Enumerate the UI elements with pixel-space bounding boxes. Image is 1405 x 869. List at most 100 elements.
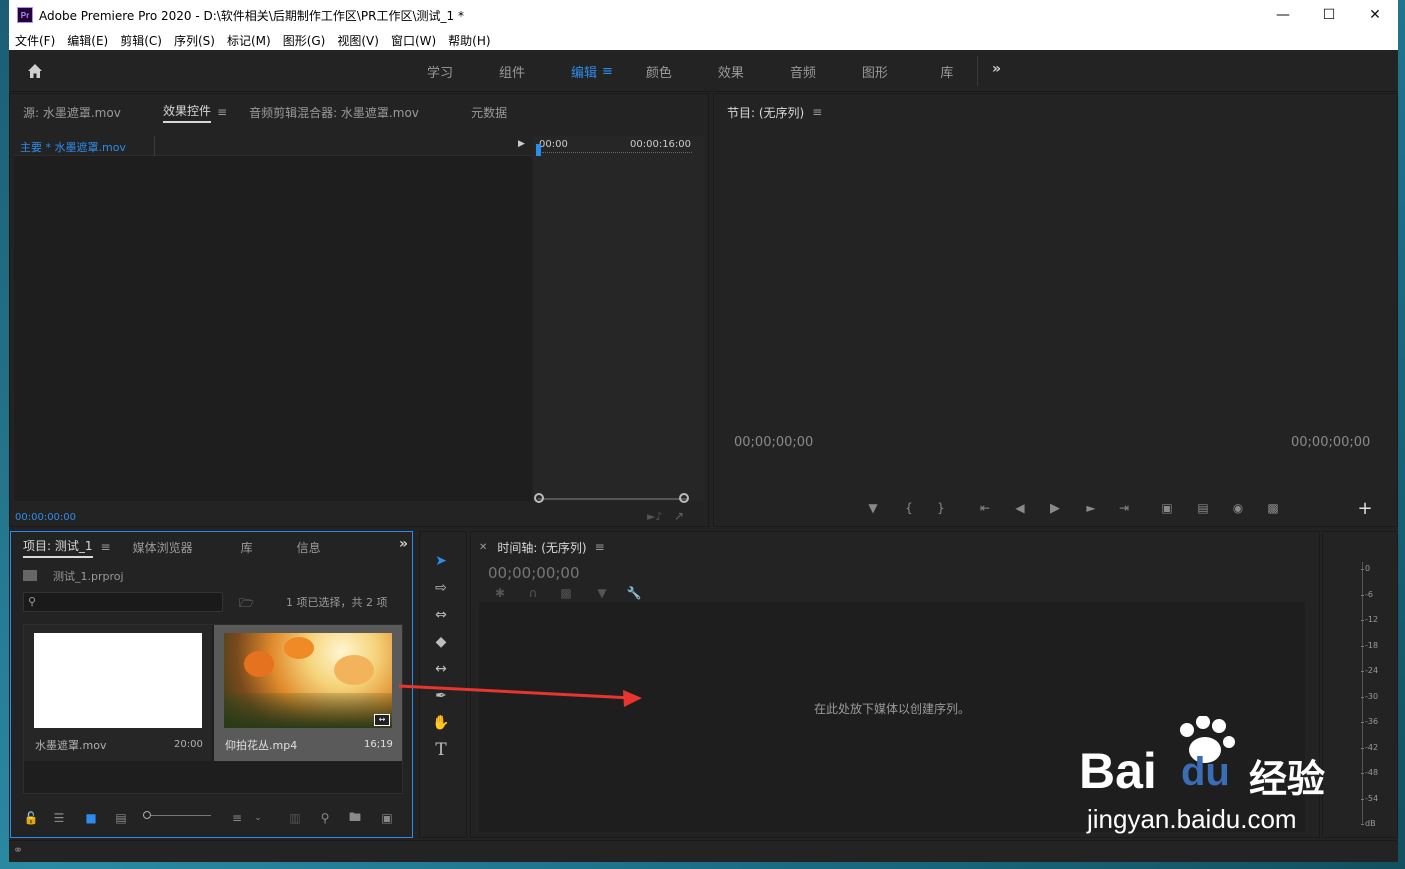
menu-item[interactable]: 图形(G): [283, 32, 326, 49]
sort-icon[interactable]: ≡: [229, 810, 245, 826]
comparison-view-icon[interactable]: ▩: [1264, 499, 1282, 517]
extract-icon[interactable]: ▤: [1194, 499, 1212, 517]
icon-view-icon[interactable]: ■: [83, 810, 99, 826]
menu-item[interactable]: 编辑(E): [67, 32, 108, 49]
menu-item[interactable]: 序列(S): [174, 32, 215, 49]
tab-media-browser[interactable]: 媒体浏览器: [133, 539, 241, 556]
menu-item[interactable]: 帮助(H): [448, 32, 490, 49]
zoom-handle-right[interactable]: [679, 493, 689, 503]
more-tabs-icon[interactable]: »: [399, 536, 408, 552]
more-workspaces-icon[interactable]: »: [992, 61, 1001, 77]
tab-libraries[interactable]: 库: [241, 539, 297, 556]
maximize-button[interactable]: ☐: [1306, 0, 1352, 30]
linked-selection-icon[interactable]: ▩: [559, 586, 573, 600]
razor-tool-icon[interactable]: ◆: [430, 631, 452, 653]
clip-header: 主要 * 水墨遮罩.mov ▶: [14, 136, 532, 156]
search-icon: ⚲: [28, 595, 37, 608]
premiere-app-icon: Pr: [17, 7, 33, 23]
new-bin-from-search-icon[interactable]: 🗁: [239, 594, 254, 615]
add-button-icon[interactable]: +: [1356, 498, 1374, 519]
effect-controls-timecode[interactable]: 00:00:00:00: [15, 512, 76, 523]
program-timecode-left[interactable]: 00;00;00;00: [734, 435, 813, 450]
menu-item[interactable]: 文件(F): [15, 32, 55, 49]
timeline-title[interactable]: 时间轴: (无序列): [497, 539, 586, 556]
mark-in-icon[interactable]: {: [900, 499, 918, 517]
workspace-menu-icon[interactable]: ≡: [602, 64, 613, 79]
clip-label[interactable]: 主要 * 水墨遮罩.mov: [20, 139, 126, 155]
project-item-card[interactable]: 水墨遮罩.mov 20:00: [24, 625, 212, 761]
timeline-timecode[interactable]: 00;00;00;00: [488, 564, 580, 582]
meter-tick: [1361, 747, 1364, 749]
add-marker-icon[interactable]: ▼: [595, 586, 609, 600]
hand-tool-icon[interactable]: ✋: [430, 712, 452, 734]
minimize-button[interactable]: —: [1260, 0, 1306, 30]
freeform-view-icon[interactable]: ▤: [111, 810, 131, 826]
program-monitor-panel: 节目: (无序列) ≡ 00;00;00;00 00;00;00;00 ▼ { …: [713, 93, 1398, 527]
lift-icon[interactable]: ▣: [1158, 499, 1176, 517]
menu-item[interactable]: 剪辑(C): [120, 32, 162, 49]
workspace-tab[interactable]: 库: [911, 62, 983, 81]
tab-metadata[interactable]: 元数据: [471, 104, 507, 121]
wrench-icon[interactable]: 🔧: [627, 586, 642, 600]
selection-tool-icon[interactable]: ➤: [430, 550, 452, 572]
mark-out-icon[interactable]: }: [932, 499, 950, 517]
baidu-watermark: Bai du 经验 jingyan.baidu.com: [1079, 715, 1349, 841]
export-frame-icon[interactable]: ↗: [674, 509, 684, 523]
workspace-tab[interactable]: 音频: [767, 62, 839, 81]
workspace-tab[interactable]: 学习: [404, 62, 476, 81]
menu-item[interactable]: 标记(M): [227, 32, 271, 49]
tab-project[interactable]: 项目: 测试_1: [23, 537, 93, 558]
zoom-bar[interactable]: [538, 498, 688, 500]
playhead[interactable]: [536, 144, 541, 156]
zoom-slider[interactable]: [143, 815, 211, 816]
workspace-tab[interactable]: 效果: [695, 62, 767, 81]
camera-icon[interactable]: ◉: [1229, 499, 1247, 517]
menu-item[interactable]: 视图(V): [337, 32, 379, 49]
type-tool-icon[interactable]: T: [430, 739, 452, 761]
menu-item[interactable]: 窗口(W): [391, 32, 436, 49]
project-items-grid: 水墨遮罩.mov 20:00 ↔ 仰拍花丛.mp4 16;19: [23, 624, 403, 794]
automate-to-sequence-icon[interactable]: ▥: [287, 810, 303, 826]
play-arrow-icon[interactable]: ▶: [518, 139, 525, 149]
go-to-in-icon[interactable]: ⇤: [976, 499, 994, 517]
zoom-slider-handle[interactable]: [143, 811, 151, 819]
creative-cloud-icon[interactable]: ⚭: [13, 843, 23, 857]
panel-menu-icon[interactable]: ≡: [217, 105, 227, 119]
add-marker-icon[interactable]: ▼: [864, 499, 882, 517]
workspace-tab[interactable]: 图形: [839, 62, 911, 81]
search-input[interactable]: ⚲: [23, 592, 223, 612]
nest-icon[interactable]: ✱: [493, 586, 507, 600]
chevron-down-icon[interactable]: ⌄: [253, 810, 263, 826]
tab-audio-clip-mixer[interactable]: 音频剪辑混合器: 水墨遮罩.mov: [249, 104, 471, 121]
workspace-tab[interactable]: 颜色: [623, 62, 695, 81]
panel-menu-icon[interactable]: ≡: [101, 540, 111, 554]
audio-only-icon[interactable]: ►♪: [647, 510, 662, 523]
status-bar: ⚭: [9, 840, 1398, 862]
panel-menu-icon[interactable]: ≡: [812, 105, 822, 119]
find-icon[interactable]: ⚲: [317, 810, 333, 826]
project-item-card-selected[interactable]: ↔ 仰拍花丛.mp4 16;19: [214, 625, 402, 761]
close-tab-icon[interactable]: ✕: [479, 542, 487, 553]
program-monitor-title[interactable]: 节目: (无序列): [727, 104, 804, 121]
lock-icon[interactable]: 🔓: [23, 810, 39, 826]
new-bin-icon[interactable]: 🖿: [347, 810, 363, 826]
track-select-tool-icon[interactable]: ⇨: [430, 577, 452, 599]
step-forward-icon[interactable]: ►: [1082, 499, 1100, 517]
workspace-tab[interactable]: 组件: [476, 62, 548, 81]
step-back-icon[interactable]: ◀: [1011, 499, 1029, 517]
close-button[interactable]: ✕: [1352, 0, 1398, 30]
ripple-edit-tool-icon[interactable]: ⇔: [430, 604, 452, 626]
home-icon[interactable]: [25, 61, 45, 81]
meter-label: dB: [1365, 819, 1376, 828]
tab-info[interactable]: 信息: [297, 539, 367, 556]
go-to-out-icon[interactable]: ⇥: [1115, 499, 1133, 517]
project-panel: 项目: 测试_1 ≡ 媒体浏览器 库 信息 » 测试_1.prproj ⚲ 🗁 …: [10, 531, 413, 838]
panel-menu-icon[interactable]: ≡: [595, 540, 605, 554]
new-item-icon[interactable]: ▣: [379, 810, 395, 826]
tab-effect-controls[interactable]: 效果控件: [163, 102, 212, 123]
list-view-icon[interactable]: ☰: [51, 810, 67, 826]
zoom-handle-left[interactable]: [534, 493, 544, 503]
tab-source[interactable]: 源: 水墨遮罩.mov: [23, 104, 163, 121]
snap-icon[interactable]: ∩: [526, 586, 540, 600]
play-icon[interactable]: ▶: [1046, 499, 1064, 517]
